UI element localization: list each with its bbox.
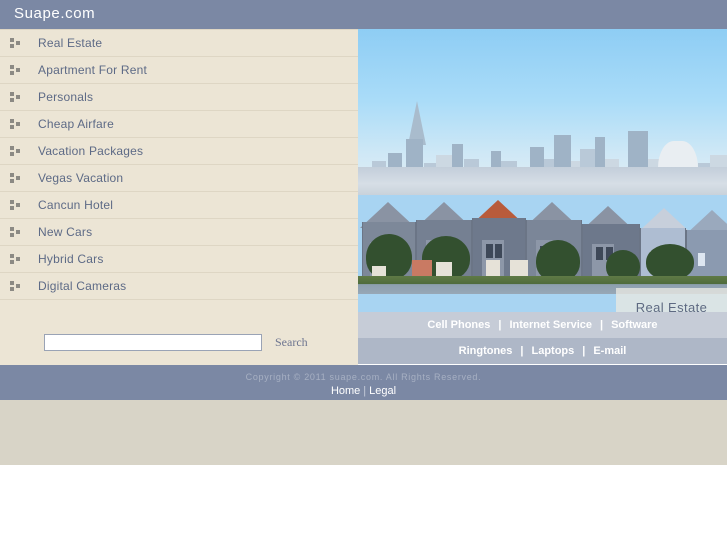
three-squares-bullet-icon: [10, 65, 21, 75]
link-separator: |: [520, 345, 524, 357]
sidebar-item-label: New Cars: [38, 225, 93, 239]
footer-link-home[interactable]: Home: [331, 385, 360, 397]
sidebar-item-label: Apartment For Rent: [38, 63, 147, 77]
three-squares-bullet-icon: [10, 254, 21, 264]
sidebar-item-label: Hybrid Cars: [38, 252, 104, 266]
three-squares-bullet-icon: [10, 281, 21, 291]
site-header: Suape.com: [0, 0, 727, 29]
link-ringtones[interactable]: Ringtones: [459, 345, 513, 357]
sidebar-item-vegas-vacation[interactable]: Vegas Vacation: [0, 165, 358, 192]
three-squares-bullet-icon: [10, 38, 21, 48]
footer-links: Home | Legal: [0, 385, 727, 397]
hero-badge-label: Real Estate: [635, 299, 708, 313]
sidebar-item-new-cars[interactable]: New Cars: [0, 219, 358, 246]
copyright-text: Copyright © 2011 suape.com. All Rights R…: [245, 372, 482, 382]
sidebar-item-label: Cheap Airfare: [38, 117, 114, 131]
sidebar-item-label: Cancun Hotel: [38, 198, 114, 212]
hero-badge: Real Estate: [616, 288, 727, 312]
search-button[interactable]: Search: [275, 335, 308, 350]
page-bottom-band: [0, 400, 727, 465]
link-email[interactable]: E-mail: [593, 345, 626, 357]
site-footer: Copyright © 2011 suape.com. All Rights R…: [0, 365, 727, 400]
three-squares-bullet-icon: [10, 146, 21, 156]
footer-link-separator: |: [363, 385, 367, 397]
search-row: Search: [0, 319, 358, 365]
sidebar-item-label: Real Estate: [38, 36, 103, 50]
sidebar-item-label: Vegas Vacation: [38, 171, 124, 185]
link-separator: |: [498, 319, 502, 331]
three-squares-bullet-icon: [10, 200, 21, 210]
link-internet-service[interactable]: Internet Service: [509, 319, 592, 331]
search-input[interactable]: [44, 333, 262, 351]
page-root: Suape.com Real Estate Apartment For Rent…: [0, 0, 727, 545]
victorian-houses: [358, 179, 727, 294]
three-squares-bullet-icon: [10, 92, 21, 102]
sidebar-item-hybrid-cars[interactable]: Hybrid Cars: [0, 246, 358, 273]
link-laptops[interactable]: Laptops: [531, 345, 574, 357]
sidebar-item-digital-cameras[interactable]: Digital Cameras: [0, 273, 358, 300]
link-separator: |: [582, 345, 586, 357]
three-squares-bullet-icon: [10, 173, 21, 183]
sidebar-item-apartment-for-rent[interactable]: Apartment For Rent: [0, 57, 358, 84]
sidebar-item-label: Vacation Packages: [38, 144, 144, 158]
footer-link-legal[interactable]: Legal: [369, 385, 396, 397]
sidebar-item-real-estate[interactable]: Real Estate: [0, 29, 358, 57]
link-separator: |: [600, 319, 604, 331]
page-white-space: [0, 465, 727, 545]
link-software[interactable]: Software: [611, 319, 657, 331]
promo-linkbar-secondary: Ringtones | Laptops | E-mail: [358, 338, 727, 364]
three-squares-bullet-icon: [10, 227, 21, 237]
sidebar-item-cheap-airfare[interactable]: Cheap Airfare: [0, 111, 358, 138]
three-squares-bullet-icon: [10, 119, 21, 129]
sidebar-item-vacation-packages[interactable]: Vacation Packages: [0, 138, 358, 165]
sidebar-item-cancun-hotel[interactable]: Cancun Hotel: [0, 192, 358, 219]
hero-photo: Real Estate: [358, 29, 727, 312]
sidebar-item-personals[interactable]: Personals: [0, 84, 358, 111]
category-nav-list: Real Estate Apartment For Rent Personals…: [0, 29, 358, 300]
sidebar-item-label: Personals: [38, 90, 94, 104]
site-title: Suape.com: [14, 5, 96, 22]
sidebar: Real Estate Apartment For Rent Personals…: [0, 29, 358, 365]
sidebar-item-label: Digital Cameras: [38, 279, 127, 293]
promo-linkbar-primary: Cell Phones | Internet Service | Softwar…: [358, 312, 727, 338]
link-cell-phones[interactable]: Cell Phones: [427, 319, 490, 331]
